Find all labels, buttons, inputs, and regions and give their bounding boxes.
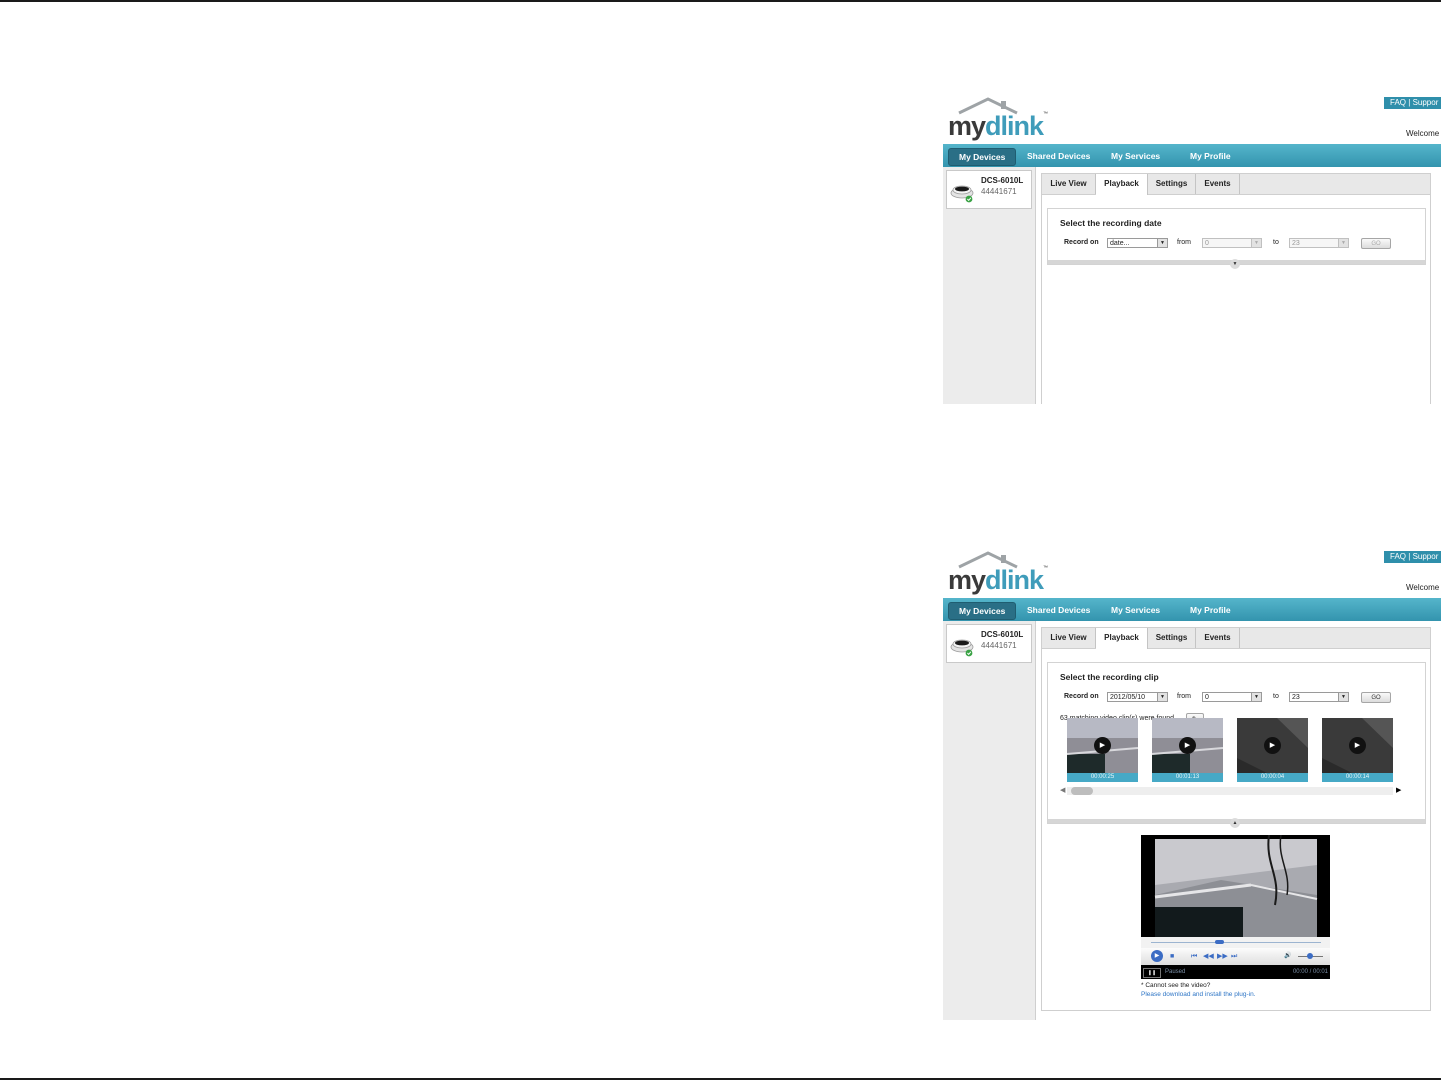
from-hour-select[interactable]: 0 ▼ bbox=[1202, 238, 1262, 248]
clip-time: 00:00:14 bbox=[1322, 773, 1393, 782]
main-nav: My Devices Shared Devices My Services My… bbox=[943, 598, 1441, 621]
scrollbar-thumb[interactable] bbox=[1071, 787, 1093, 795]
support-link[interactable]: Suppor bbox=[1413, 98, 1439, 107]
rewind-icon[interactable]: ◀◀ bbox=[1203, 948, 1214, 965]
record-on-label: Record on bbox=[1064, 239, 1099, 246]
player-status-bar: ❚❚ Paused 00:00 / 00:01 bbox=[1141, 965, 1330, 979]
video-frame bbox=[1141, 835, 1330, 937]
dropdown-arrow-icon: ▼ bbox=[1157, 239, 1167, 247]
screenshot-clip-playback: mydlink ™ FAQ | Suppor Welcome My Device… bbox=[943, 551, 1441, 1020]
volume-icon[interactable]: 🔊 bbox=[1284, 948, 1291, 965]
player-controls: ▶ ■ ⏮ ◀◀ ▶▶ ⏭ 🔊 bbox=[1141, 948, 1330, 965]
clip-thumbnail[interactable]: ▶ 00:01:13 bbox=[1152, 718, 1223, 782]
clip-time: 00:01:13 bbox=[1152, 773, 1223, 782]
device-id: 44441671 bbox=[981, 641, 1017, 650]
from-label: from bbox=[1177, 239, 1191, 246]
device-id: 44441671 bbox=[981, 187, 1017, 196]
next-icon[interactable]: ⏭ bbox=[1231, 948, 1237, 965]
logo-wordmark: mydlink bbox=[948, 111, 1044, 141]
play-icon: ▶ bbox=[1264, 737, 1281, 754]
seek-track bbox=[1151, 942, 1321, 943]
previous-icon[interactable]: ⏮ bbox=[1191, 948, 1197, 965]
player-time: 00:00 / 00:01 bbox=[1292, 969, 1328, 975]
device-item-dcs-6010l[interactable]: DCS-6010L 44441671 bbox=[946, 170, 1032, 209]
top-rule bbox=[0, 0, 1441, 2]
logo-wordmark: mydlink bbox=[948, 565, 1044, 595]
device-name: DCS-6010L bbox=[981, 630, 1024, 639]
top-links-separator: | bbox=[1408, 552, 1411, 561]
go-button[interactable]: GO bbox=[1361, 238, 1391, 249]
welcome-text: Welcome bbox=[1406, 583, 1440, 592]
to-hour-select[interactable]: 23 ▼ bbox=[1289, 238, 1349, 248]
tab-settings[interactable]: Settings bbox=[1148, 174, 1196, 194]
camera-icon bbox=[950, 185, 974, 203]
clip-time: 00:00:25 bbox=[1067, 773, 1138, 782]
nav-shared-devices[interactable]: Shared Devices bbox=[1027, 602, 1090, 618]
support-link[interactable]: Suppor bbox=[1413, 552, 1439, 561]
seek-bar[interactable] bbox=[1141, 937, 1330, 948]
fast-forward-icon[interactable]: ▶▶ bbox=[1217, 948, 1228, 965]
video-player: ▶ ■ ⏮ ◀◀ ▶▶ ⏭ 🔊 ❚❚ Paused 00:00 / 00:01 bbox=[1141, 835, 1330, 979]
clip-scrollbar[interactable] bbox=[1067, 787, 1393, 795]
nav-my-devices[interactable]: My Devices bbox=[948, 148, 1017, 166]
nav-my-devices[interactable]: My Devices bbox=[948, 602, 1017, 620]
mydlink-logo: mydlink ™ bbox=[947, 551, 1057, 595]
screenshot-date-selection: mydlink ™ FAQ | Suppor Welcome My Device… bbox=[943, 97, 1441, 404]
camera-icon bbox=[950, 639, 974, 657]
scroll-left-icon[interactable]: ◀ bbox=[1060, 786, 1065, 794]
plugin-note: * Cannot see the video? bbox=[1141, 982, 1211, 989]
volume-handle[interactable] bbox=[1307, 953, 1313, 959]
clip-thumbnail[interactable]: ▶ 00:00:25 bbox=[1067, 718, 1138, 782]
device-item-dcs-6010l[interactable]: DCS-6010L 44441671 bbox=[946, 624, 1032, 663]
faq-link[interactable]: FAQ bbox=[1390, 552, 1406, 561]
device-name: DCS-6010L bbox=[981, 176, 1024, 185]
panel-title: Select the recording date bbox=[1060, 218, 1162, 228]
bottom-rule bbox=[0, 1078, 1441, 1080]
dropdown-arrow-icon: ▼ bbox=[1338, 239, 1348, 247]
date-selection-panel: Select the recording date Record on date… bbox=[1047, 208, 1426, 269]
play-icon: ▶ bbox=[1179, 737, 1196, 754]
mydlink-logo: mydlink ™ bbox=[947, 97, 1057, 141]
tab-events[interactable]: Events bbox=[1196, 174, 1240, 194]
top-links-separator: | bbox=[1408, 98, 1411, 107]
stop-icon[interactable]: ■ bbox=[1170, 948, 1174, 965]
device-tabs: Live View Playback Settings Events bbox=[1042, 174, 1430, 195]
nav-my-profile[interactable]: My Profile bbox=[1190, 602, 1231, 618]
play-icon: ▶ bbox=[1349, 737, 1366, 754]
welcome-text: Welcome bbox=[1406, 129, 1440, 138]
play-button[interactable]: ▶ bbox=[1151, 950, 1163, 962]
to-label: to bbox=[1273, 239, 1279, 246]
top-links: FAQ | Suppor bbox=[1384, 551, 1441, 563]
device-list: DCS-6010L 44441671 bbox=[943, 167, 1036, 404]
plugin-download-link[interactable]: Please download and install the plug-in. bbox=[1141, 991, 1256, 998]
player-status: Paused bbox=[1165, 969, 1186, 975]
clip-thumbnail[interactable]: ▶ 00:00:14 bbox=[1322, 718, 1393, 782]
clip-thumbnail[interactable]: ▶ 00:00:04 bbox=[1237, 718, 1308, 782]
expand-toggle-icon[interactable]: ▼ bbox=[1230, 259, 1240, 269]
clip-time: 00:00:04 bbox=[1237, 773, 1308, 782]
nav-my-profile[interactable]: My Profile bbox=[1190, 148, 1231, 164]
main-nav: My Devices Shared Devices My Services My… bbox=[943, 144, 1441, 167]
top-links: FAQ | Suppor bbox=[1384, 97, 1441, 109]
nav-shared-devices[interactable]: Shared Devices bbox=[1027, 148, 1090, 164]
scroll-right-icon[interactable]: ▶ bbox=[1396, 786, 1401, 794]
nav-my-services[interactable]: My Services bbox=[1111, 148, 1160, 164]
online-check-icon bbox=[965, 195, 973, 203]
tab-playback[interactable]: Playback bbox=[1096, 174, 1148, 195]
online-check-icon bbox=[965, 649, 973, 657]
dropdown-arrow-icon: ▼ bbox=[1251, 239, 1261, 247]
tab-live-view[interactable]: Live View bbox=[1042, 174, 1096, 194]
device-list: DCS-6010L 44441671 bbox=[943, 621, 1036, 1020]
play-icon: ▶ bbox=[1094, 737, 1111, 754]
device-content: Live View Playback Settings Events Selec… bbox=[1041, 627, 1431, 1011]
nav-my-services[interactable]: My Services bbox=[1111, 602, 1160, 618]
device-content: Live View Playback Settings Events Selec… bbox=[1041, 173, 1431, 404]
pause-indicator-icon[interactable]: ❚❚ bbox=[1143, 968, 1161, 978]
seek-handle[interactable] bbox=[1215, 940, 1224, 944]
faq-link[interactable]: FAQ bbox=[1390, 98, 1406, 107]
date-select[interactable]: date... ▼ bbox=[1107, 238, 1168, 248]
